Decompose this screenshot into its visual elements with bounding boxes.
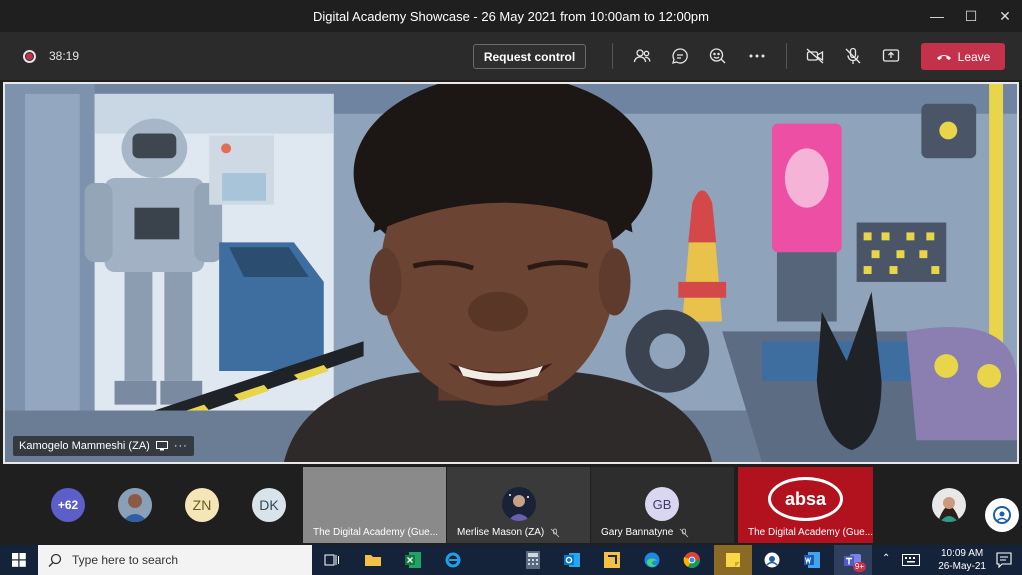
close-button[interactable]: ✕ (988, 0, 1022, 32)
avatar-initials: ZN (192, 497, 212, 513)
phone-hangup-icon (936, 54, 951, 60)
leave-label: Leave (957, 49, 991, 64)
teams-icon[interactable]: 9+ (834, 545, 872, 575)
task-view-icon[interactable] (316, 547, 348, 573)
snip-sketch-icon[interactable] (596, 547, 628, 573)
avatar-initials: DK (259, 497, 279, 513)
leave-button[interactable]: Leave (921, 43, 1005, 70)
share-screen-icon[interactable] (880, 45, 902, 67)
participant-overflow-count[interactable]: +62 (51, 488, 85, 522)
request-control-button[interactable]: Request control (473, 44, 586, 69)
participant-name: Merlise Mason (ZA) (457, 527, 545, 538)
feedback-chat-icon[interactable] (985, 498, 1019, 532)
participant-name-label: Merlise Mason (ZA) (457, 527, 560, 538)
system-clock[interactable]: 10:09 AM 26-May-21 (938, 547, 986, 573)
participant-name: Gary Bannatyne (601, 527, 674, 538)
avatar (502, 487, 536, 521)
sticky-notes-icon[interactable] (714, 545, 752, 575)
main-video-stage[interactable]: Kamogelo Mammeshi (ZA) ··· (3, 82, 1019, 464)
search-icon (48, 553, 62, 567)
more-options-icon[interactable]: ··· (174, 440, 188, 452)
mic-off-icon[interactable] (842, 45, 864, 67)
participant-tile[interactable]: The Digital Academy (Gue... (303, 467, 446, 543)
chrome-icon[interactable] (676, 547, 708, 573)
word-icon[interactable] (796, 547, 828, 573)
participant-photo (932, 488, 966, 522)
clock-time: 10:09 AM (940, 548, 984, 559)
avatar-initials: GB (652, 496, 672, 512)
absa-logo-text: absa (784, 488, 827, 509)
meeting-toolbar: 38:19 Request control Leave (0, 32, 1022, 80)
avatar[interactable] (932, 488, 966, 522)
edge-icon[interactable] (636, 547, 668, 573)
avatar[interactable] (118, 488, 152, 522)
notification-center-icon[interactable] (996, 552, 1012, 573)
minimize-button[interactable]: — (920, 0, 954, 32)
camera-off-icon[interactable] (804, 45, 826, 67)
reactions-icon[interactable] (707, 45, 729, 67)
maximize-button[interactable]: ☐ (954, 0, 988, 32)
participant-name-label: Gary Bannatyne (601, 527, 689, 538)
participant-tile[interactable]: GB Gary Bannatyne (591, 467, 734, 543)
avatar-initials-zn[interactable]: ZN (185, 488, 219, 522)
excel-icon[interactable] (397, 547, 429, 573)
taskbar-search-box[interactable]: Type here to search (38, 545, 312, 575)
toolbar-divider (786, 43, 787, 69)
participant-tile[interactable]: Merlise Mason (ZA) (447, 467, 590, 543)
toolbar-divider (612, 43, 613, 69)
remote-assist-icon[interactable] (756, 547, 788, 573)
chat-icon[interactable] (669, 45, 691, 67)
mic-off-icon (679, 528, 689, 537)
participant-tile[interactable]: absa The Digital Academy (Gue... (738, 467, 873, 543)
participant-photo (502, 487, 536, 521)
mic-off-icon (550, 528, 560, 537)
participant-name: The Digital Academy (Gue... (313, 527, 439, 538)
avatar-initials-dk[interactable]: DK (252, 488, 286, 522)
teams-notification-badge: 9+ (852, 562, 866, 572)
outlook-icon[interactable] (556, 547, 588, 573)
participant-strip: +62 ZN DK The Digital Academy (Gue... Me… (0, 467, 1022, 543)
speaker-name: Kamogelo Mammeshi (ZA) (19, 440, 150, 452)
keyboard-icon[interactable] (902, 553, 920, 571)
windows-start-icon[interactable] (0, 545, 38, 575)
more-options-icon[interactable] (746, 45, 768, 67)
avatar-initials-gb: GB (645, 487, 679, 521)
participant-name-label: The Digital Academy (Gue... (313, 527, 438, 538)
meeting-timer: 38:19 (49, 49, 80, 63)
window-title: Digital Academy Showcase - 26 May 2021 f… (313, 8, 709, 24)
title-bar: Digital Academy Showcase - 26 May 2021 f… (0, 0, 1022, 32)
participant-name: The Digital Academy (Gue... (748, 527, 874, 538)
recording-icon (23, 50, 36, 63)
file-explorer-icon[interactable] (357, 547, 389, 573)
windows-taskbar: Type here to search 9+ ⌃ 10:09 AM 26-May… (0, 545, 1022, 575)
chevron-up-icon[interactable]: ⌃ (882, 553, 890, 564)
teams-meeting-window: Digital Academy Showcase - 26 May 2021 f… (0, 0, 1022, 575)
clock-date: 26-May-21 (938, 561, 986, 572)
speaker-name-label: Kamogelo Mammeshi (ZA) ··· (13, 436, 194, 456)
screen-share-indicator-icon (155, 441, 168, 451)
participant-name-label: The Digital Academy (Gue... (748, 527, 873, 538)
absa-logo: absa (768, 477, 843, 521)
window-controls: — ☐ ✕ (920, 0, 1022, 32)
speaker-video-feed (5, 84, 1017, 462)
search-placeholder: Type here to search (72, 553, 179, 567)
calculator-icon[interactable] (517, 547, 549, 573)
internet-explorer-icon[interactable] (437, 547, 469, 573)
participants-icon[interactable] (631, 45, 653, 67)
participant-photo (118, 488, 152, 522)
